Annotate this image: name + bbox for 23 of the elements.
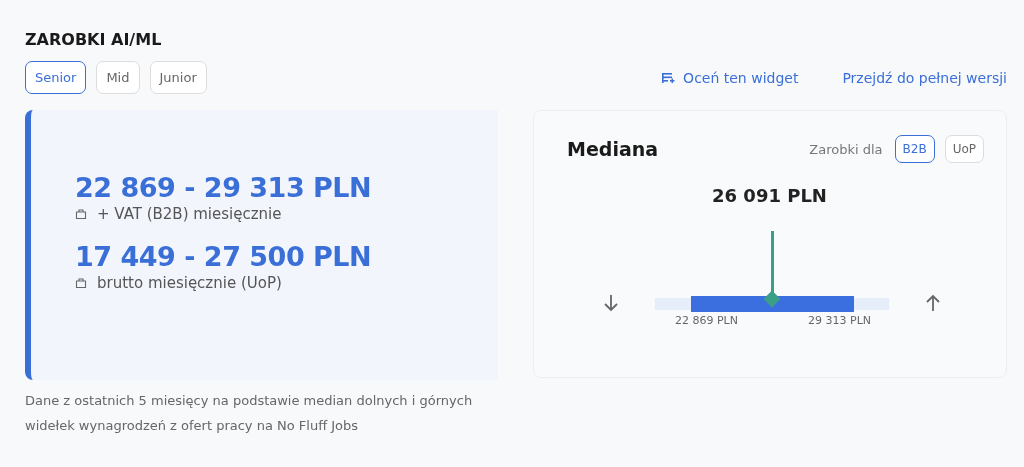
contract-tab[interactable]: UoP: [944, 135, 984, 163]
arrow-up-icon: [925, 294, 941, 312]
range-high-label: 29 313 PLN: [808, 314, 871, 327]
link[interactable]: Oceń ten widget: [661, 69, 799, 86]
arrow-down-icon: [603, 294, 619, 312]
bag-icon: [75, 208, 87, 220]
rate-icon: [661, 70, 676, 85]
footnote: Dane z ostatnich 5 miesięcy na podstawie median dolnych i górnych widełek wynagrodzeń z ofert pracy na No Fluff Jobs: [25, 392, 474, 435]
salary-note: brutto miesięcznie (UoP): [97, 274, 282, 292]
level-tab[interactable]: Junior: [149, 61, 207, 94]
link[interactable]: Przejdź do pełnej wersji: [842, 69, 1007, 86]
level-tab[interactable]: Mid: [96, 61, 140, 94]
level-tab[interactable]: Senior: [25, 61, 87, 94]
salary-range: 22 869 - 29 313 PLN: [75, 172, 373, 203]
median-title: Mediana: [567, 138, 659, 160]
salary-range: 17 449 - 27 500 PLN: [75, 241, 373, 272]
contract-tab[interactable]: B2B: [894, 135, 935, 163]
bag-icon: [75, 277, 87, 289]
salary-note: + VAT (B2B) miesięcznie: [97, 205, 282, 223]
widget-title: ZAROBKI AI/ML: [25, 30, 163, 49]
range-low-label: 22 869 PLN: [675, 314, 738, 327]
contract-label: Zarobki dla: [809, 141, 883, 157]
median-value: 26 091 PLN: [711, 185, 828, 206]
